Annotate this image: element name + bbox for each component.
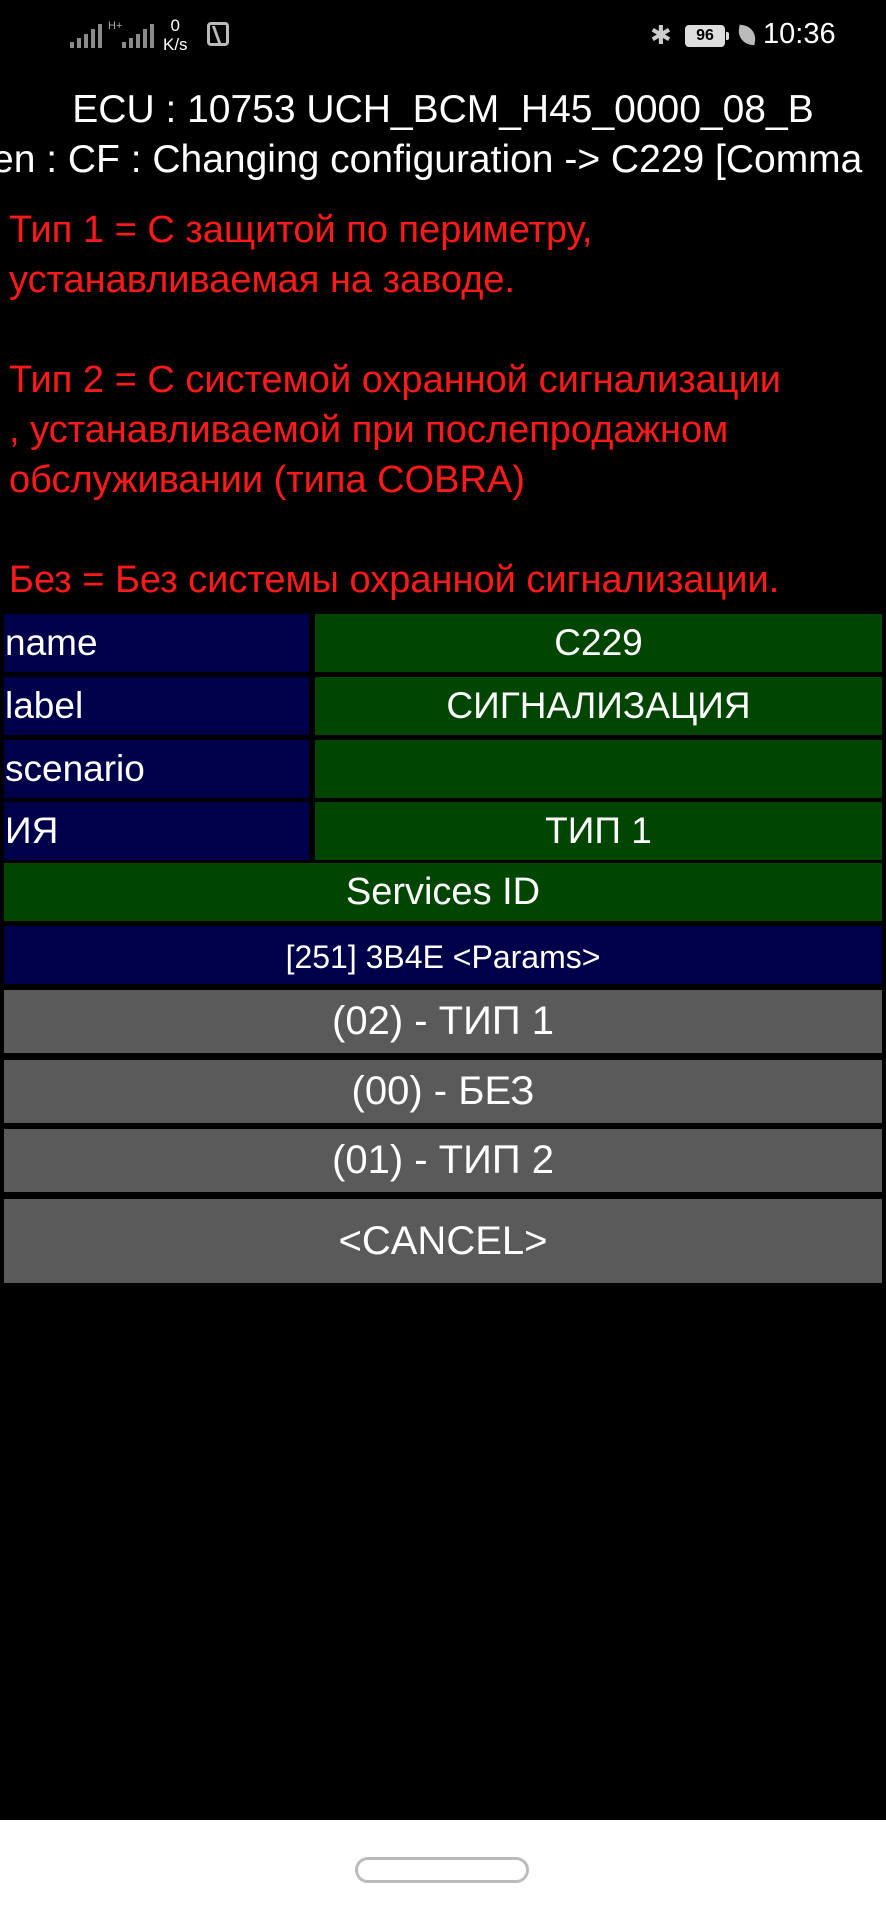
table-row-label: label СИГНАЛИЗАЦИЯ [4, 677, 882, 735]
table-row-name: name C229 [4, 614, 882, 672]
option-button-type-1[interactable]: (02) - ТИП 1 [4, 990, 882, 1053]
signal-icon-2 [122, 22, 154, 48]
parameter-description: Тип 1 = С защитой по периметру, устанавл… [9, 209, 781, 601]
nfc-icon [207, 22, 229, 46]
signal-h-plus-icon: H+ [108, 20, 123, 32]
table-row-scenario: scenario [4, 740, 882, 798]
row-key: name [4, 614, 309, 672]
power-saving-leaf-icon [736, 24, 758, 46]
row-value: C229 [315, 614, 882, 672]
network-speed: 0 K/s [163, 16, 188, 54]
clock: 10:36 [763, 18, 836, 50]
params-header: [251] 3B4E <Params> [4, 926, 882, 984]
navigation-bar [0, 1820, 886, 1920]
cancel-button[interactable]: <CANCEL> [4, 1199, 882, 1283]
home-gesture-bar[interactable] [355, 1857, 529, 1883]
row-key: scenario [4, 740, 309, 798]
services-id-header: Services ID [4, 863, 882, 921]
network-speed-unit: K/s [163, 35, 188, 54]
row-value [315, 740, 882, 798]
option-button-type-2[interactable]: (01) - ТИП 2 [4, 1129, 882, 1192]
status-bar: H+ 0 K/s ✱ 96 10:36 [0, 0, 886, 76]
bluetooth-icon: ✱ [650, 20, 672, 50]
option-button-none[interactable]: (00) - БЕЗ [4, 1060, 882, 1123]
screen-subtitle: en : CF : Changing configuration -> C229… [0, 138, 863, 181]
table-row-current-value: ИЯ ТИП 1 [4, 802, 882, 860]
signal-icon [70, 22, 102, 48]
ecu-title: ECU : 10753 UCH_BCM_H45_0000_08_B [72, 88, 814, 131]
row-value: ТИП 1 [315, 802, 882, 860]
battery-icon: 96 [685, 25, 729, 47]
row-key: label [4, 677, 309, 735]
row-key: ИЯ [4, 802, 309, 860]
network-speed-value: 0 [170, 16, 181, 35]
row-value: СИГНАЛИЗАЦИЯ [315, 677, 882, 735]
